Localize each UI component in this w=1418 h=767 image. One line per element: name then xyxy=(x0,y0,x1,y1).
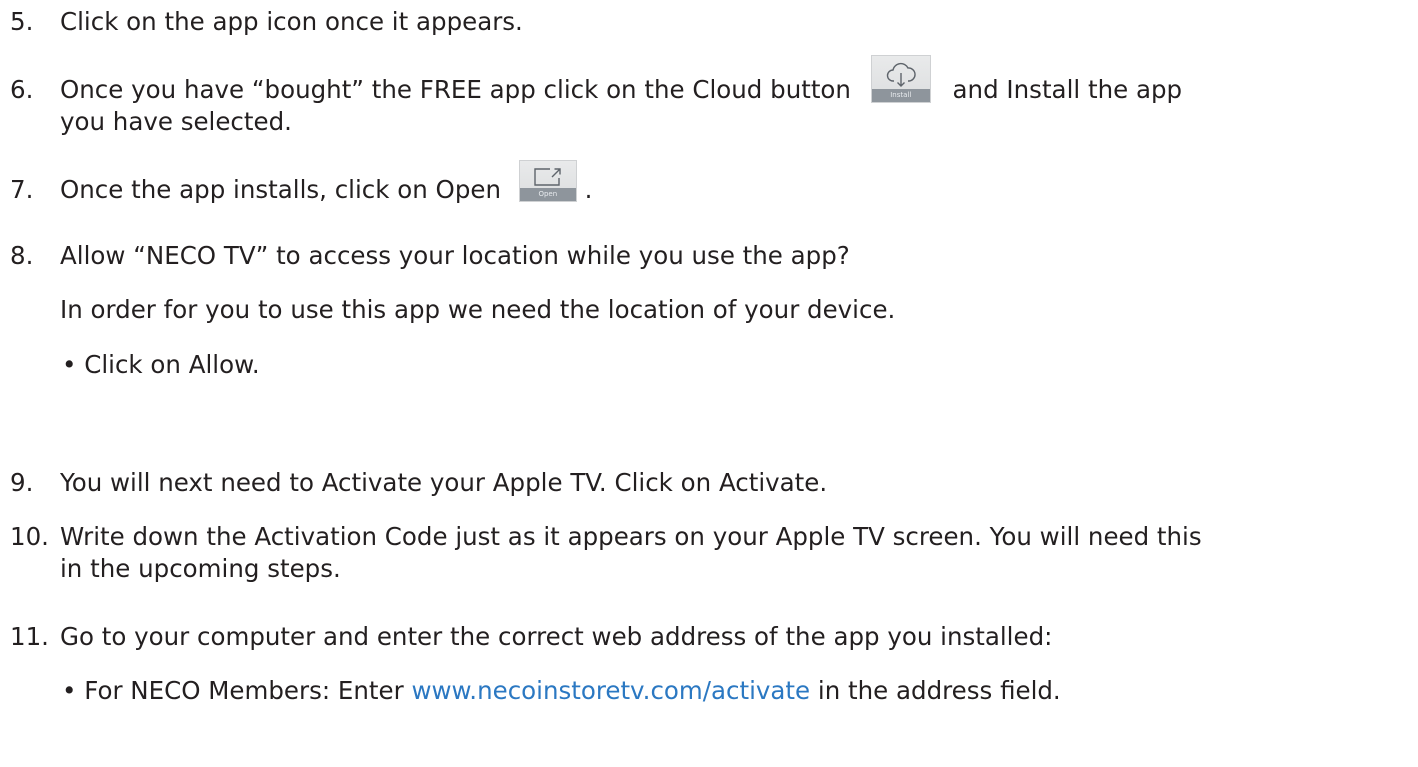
step-11-bullet: • For NECO Members: Enter www.necoinstor… xyxy=(62,675,1061,707)
bullet-text-after-link: in the address field. xyxy=(810,676,1061,705)
step-text: Go to your computer and enter the correc… xyxy=(60,622,1053,651)
step-text-before-button: Once you have “bought” the FREE app clic… xyxy=(60,75,851,104)
open-external-icon xyxy=(534,168,561,186)
step-text: Allow “NECO TV” to access your location … xyxy=(60,241,850,270)
step-text: Click on the app icon once it appears. xyxy=(60,7,523,36)
step-text-after-button: and Install the app xyxy=(952,75,1183,104)
open-button: Open xyxy=(518,160,577,202)
step-text: Once you have “bought” the FREE app clic… xyxy=(60,55,1183,106)
step-number: 6. xyxy=(10,75,34,104)
install-caption: Install xyxy=(871,89,930,102)
step-number: 8. xyxy=(10,241,34,270)
open-caption: Open xyxy=(519,188,576,201)
step-text-before-button: Once the app installs, click on Open xyxy=(60,175,501,204)
step-number: 11. xyxy=(10,622,49,651)
step-6-continuation: you have selected. xyxy=(60,107,292,136)
step-8-paragraph: In order for you to use this app we need… xyxy=(60,295,896,324)
step-number: 5. xyxy=(10,7,34,36)
step-text-after-button: . xyxy=(584,175,593,204)
step-text: Write down the Activation Code just as i… xyxy=(60,522,1202,551)
step-8-bullet: • Click on Allow. xyxy=(62,350,260,379)
step-text: You will next need to Activate your Appl… xyxy=(60,468,828,497)
step-10-continuation: in the upcoming steps. xyxy=(60,554,341,583)
step-number: 7. xyxy=(10,175,34,204)
step-number: 9. xyxy=(10,468,34,497)
step-number: 10. xyxy=(10,522,49,551)
activate-url-link[interactable]: www.necoinstoretv.com/activate xyxy=(411,676,810,705)
step-text: Once the app installs, click on Open Ope… xyxy=(60,160,593,206)
bullet-text-before-link: • For NECO Members: Enter xyxy=(62,676,412,705)
install-cloud-button: Install xyxy=(870,55,931,103)
cloud-download-icon xyxy=(886,62,916,87)
